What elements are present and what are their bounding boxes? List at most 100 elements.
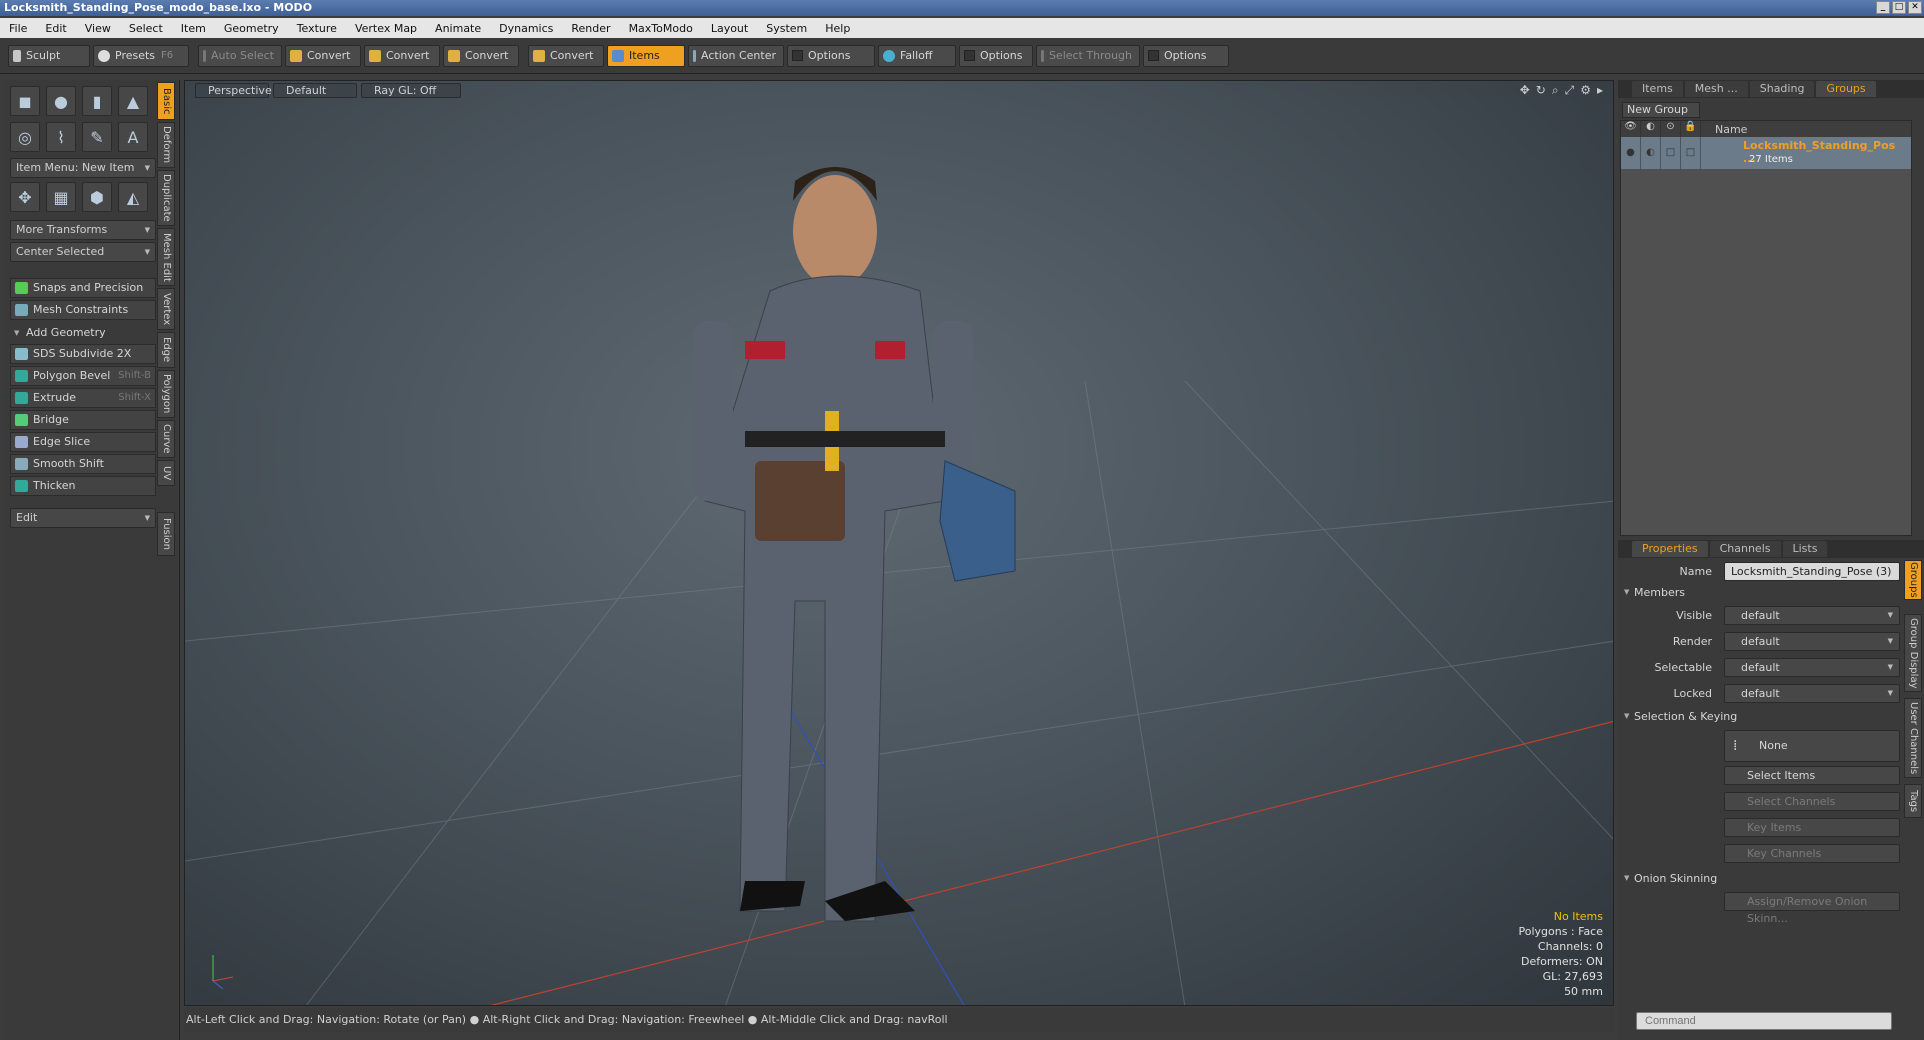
menu-edit[interactable]: Edit [36, 22, 75, 35]
command-input[interactable] [1636, 1012, 1892, 1030]
tab-fusion[interactable]: Fusion [157, 512, 175, 556]
text-icon[interactable]: A [118, 122, 148, 152]
options-checkbox[interactable] [792, 50, 803, 61]
select-through-options-button[interactable]: Options [1143, 44, 1229, 67]
options-checkbox[interactable] [1148, 50, 1159, 61]
pan-icon[interactable]: ✥ [1520, 83, 1530, 98]
edge-slice-button[interactable]: Edge Slice [10, 432, 156, 452]
torus-icon[interactable]: ◎ [10, 122, 40, 152]
menu-select[interactable]: Select [120, 22, 172, 35]
convert-button-4[interactable]: Convert [528, 44, 604, 67]
convert-button-1[interactable]: Convert [285, 44, 361, 67]
selection-keying-section[interactable]: Selection & Keying [1624, 710, 1737, 723]
tab-edge[interactable]: Edge [157, 332, 175, 368]
key-channels-button[interactable]: Key Channels [1724, 844, 1900, 863]
menu-vertex-map[interactable]: Vertex Map [346, 22, 426, 35]
minimize-icon[interactable]: _ [1876, 1, 1890, 14]
raygl-button[interactable]: Ray GL: Off [361, 82, 461, 98]
menu-texture[interactable]: Texture [288, 22, 346, 35]
edit-dropdown[interactable]: Edit [10, 508, 156, 528]
tab-mesh-edit[interactable]: Mesh Edit [157, 228, 175, 286]
falloff-button[interactable]: Falloff [878, 44, 956, 67]
menu-system[interactable]: System [757, 22, 816, 35]
orbit-icon[interactable]: ↻ [1536, 83, 1546, 98]
tab-properties[interactable]: Properties [1632, 541, 1708, 557]
action-center-options-button[interactable]: Options [787, 44, 875, 67]
tab-groups-vertical[interactable]: Groups [1904, 560, 1922, 600]
menu-dynamics[interactable]: Dynamics [490, 22, 562, 35]
cylinder-icon[interactable]: ▮ [82, 86, 112, 116]
presets-button[interactable]: Presets F6 [93, 44, 189, 67]
tab-user-channels[interactable]: User Channels [1904, 698, 1922, 778]
close-icon[interactable]: ✕ [1908, 1, 1922, 14]
pen-icon[interactable]: ✎ [82, 122, 112, 152]
grid-icon[interactable]: ▦ [46, 182, 76, 212]
center-selected-dropdown[interactable]: Center Selected [10, 242, 156, 262]
sphere-icon[interactable]: ● [46, 86, 76, 116]
transform-icon[interactable]: ✥ [10, 182, 40, 212]
polygon-bevel-button[interactable]: Polygon Bevel Shift-B [10, 366, 156, 386]
tab-deform[interactable]: Deform [157, 122, 175, 168]
menu-maxtomodo[interactable]: MaxToModo [620, 22, 702, 35]
tab-groups[interactable]: Groups [1816, 81, 1876, 97]
render-icon[interactable]: ◐ [1641, 121, 1661, 137]
tab-basic[interactable]: Basic [157, 82, 175, 120]
more-transforms-dropdown[interactable]: More Transforms [10, 220, 156, 240]
eye-icon[interactable]: 👁 [1621, 121, 1641, 137]
tab-tags[interactable]: Tags [1904, 784, 1922, 818]
tab-uv[interactable]: UV [157, 460, 175, 486]
tab-channels[interactable]: Channels [1709, 541, 1781, 557]
tab-shading[interactable]: Shading [1749, 81, 1815, 97]
item-menu-dropdown[interactable]: Item Menu: New Item [10, 158, 156, 178]
maximize-icon[interactable]: □ [1892, 1, 1906, 14]
snaps-precision-button[interactable]: Snaps and Precision [10, 278, 156, 298]
render-dropdown[interactable]: default [1724, 632, 1900, 651]
menu-layout[interactable]: Layout [702, 22, 757, 35]
mesh-constraints-button[interactable]: Mesh Constraints [10, 300, 156, 320]
falloff-options-button[interactable]: Options [959, 44, 1033, 67]
key-items-button[interactable]: Key Items [1724, 818, 1900, 837]
assign-onion-button[interactable]: Assign/Remove Onion Skinn... [1724, 892, 1900, 925]
menu-help[interactable]: Help [816, 22, 859, 35]
thicken-button[interactable]: Thicken [10, 476, 156, 496]
tab-group-display[interactable]: Group Display [1904, 614, 1922, 692]
locked-dropdown[interactable]: default [1724, 684, 1900, 703]
menu-geometry[interactable]: Geometry [215, 22, 288, 35]
row-render-icon[interactable]: ◐ [1641, 137, 1661, 169]
cone-icon[interactable]: ▲ [118, 86, 148, 116]
selectable-dropdown[interactable]: default [1724, 658, 1900, 677]
cube-icon[interactable]: ◼ [10, 86, 40, 116]
action-center-button[interactable]: Action Center [688, 44, 784, 67]
shading-default-button[interactable]: Default [273, 82, 357, 98]
auto-select-button[interactable]: Auto Select [198, 44, 282, 67]
group-row[interactable]: ● ◐ □ □ Locksmith_Standing_Pos ... 27 It… [1621, 137, 1911, 169]
group-name-field[interactable]: Locksmith_Standing_Pose (3) [1724, 562, 1900, 581]
menu-file[interactable]: File [0, 22, 36, 35]
menu-animate[interactable]: Animate [426, 22, 490, 35]
members-section[interactable]: Members [1624, 586, 1685, 599]
lock-icon[interactable]: 🔒 [1681, 121, 1701, 137]
tab-items[interactable]: Items [1632, 81, 1683, 97]
tab-curve[interactable]: Curve [157, 420, 175, 458]
select-icon[interactable]: ⊙ [1661, 121, 1681, 137]
fit-icon[interactable]: ⤢ [1565, 83, 1575, 98]
onion-skinning-section[interactable]: Onion Skinning [1624, 872, 1717, 885]
menu-item[interactable]: Item [172, 22, 215, 35]
tab-vertex[interactable]: Vertex [157, 288, 175, 330]
zoom-icon[interactable]: ⌕ [1552, 83, 1559, 98]
scale-icon[interactable]: ◭ [118, 182, 148, 212]
character-model[interactable] [693, 167, 1016, 922]
convert-button-2[interactable]: Convert [364, 44, 440, 67]
select-through-button[interactable]: Select Through [1036, 44, 1140, 67]
bridge-button[interactable]: Bridge [10, 410, 156, 430]
select-channels-button[interactable]: Select Channels [1724, 792, 1900, 811]
menu-view[interactable]: View [76, 22, 120, 35]
3d-viewport[interactable]: Perspective Default Ray GL: Off ✥ ↻ ⌕ ⤢ … [184, 80, 1614, 1006]
perspective-button[interactable]: Perspective [195, 82, 272, 98]
smooth-shift-button[interactable]: Smooth Shift [10, 454, 156, 474]
items-mode-button[interactable]: Items [607, 44, 685, 67]
sculpt-button[interactable]: Sculpt [8, 44, 90, 67]
add-geometry-section[interactable]: Add Geometry [10, 324, 156, 342]
menu-render[interactable]: Render [562, 22, 619, 35]
tab-polygon[interactable]: Polygon [157, 370, 175, 418]
